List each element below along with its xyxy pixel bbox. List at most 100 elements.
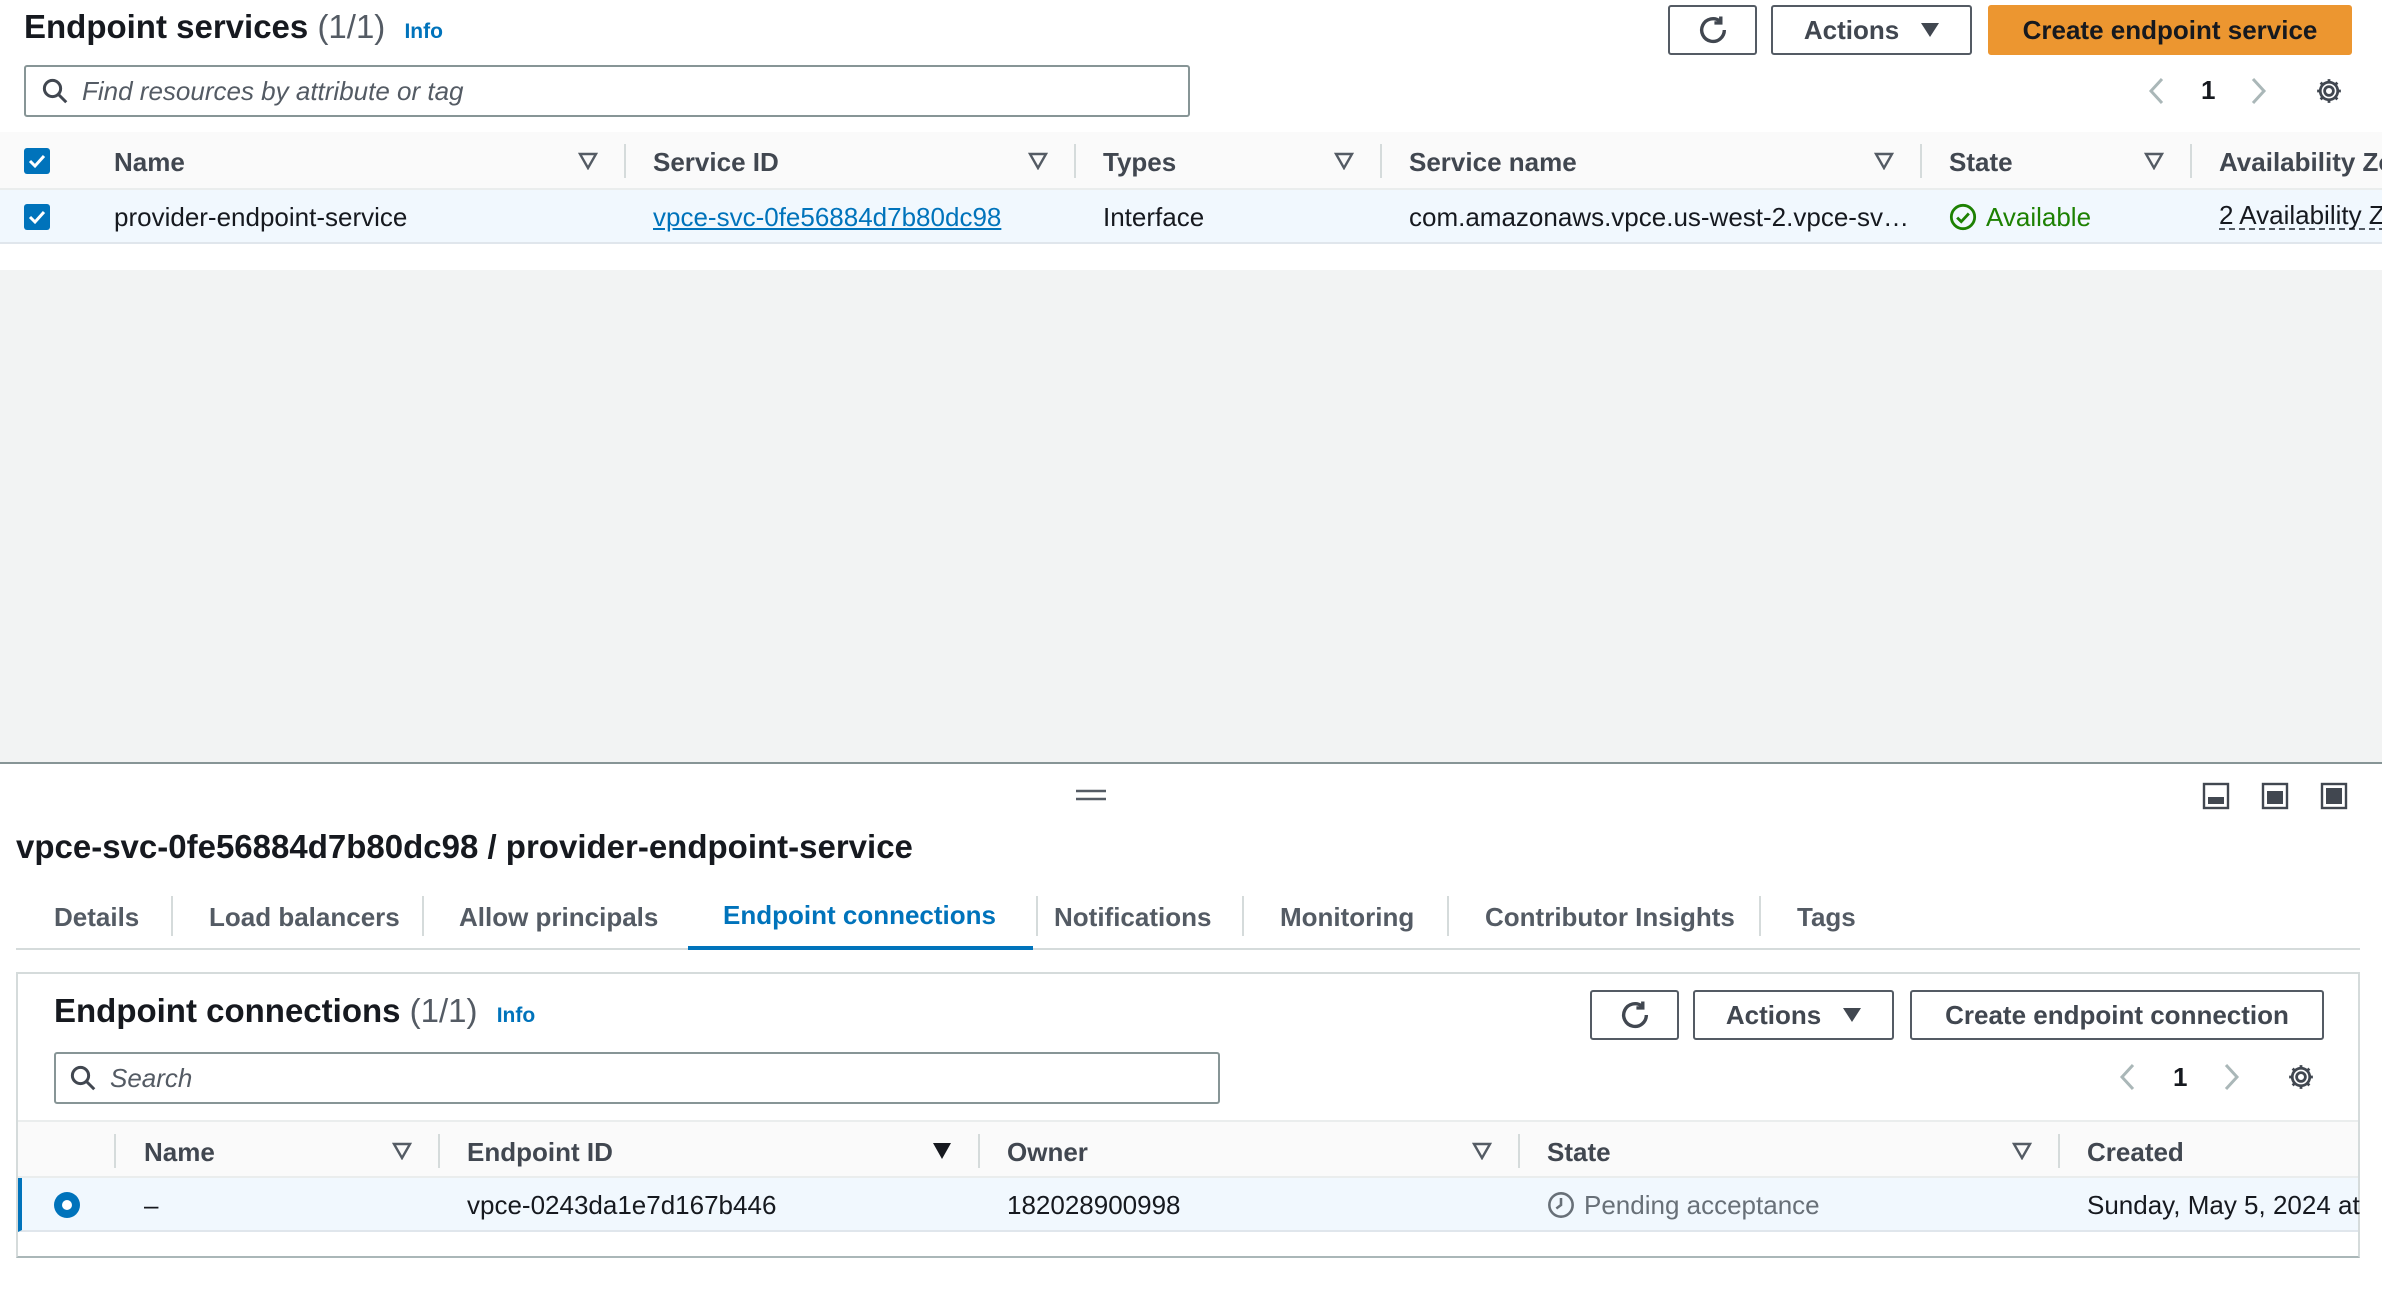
tab-label: Details xyxy=(54,901,140,932)
row-checkbox[interactable] xyxy=(24,204,50,230)
column-header-state[interactable]: State xyxy=(1949,147,2013,178)
sort-icon[interactable] xyxy=(2012,1142,2032,1160)
actions-dropdown[interactable]: Actions xyxy=(1693,990,1894,1040)
page-title: Endpoint services (1/1) Info xyxy=(24,8,443,46)
create-label: Create endpoint connection xyxy=(1945,999,2289,1030)
info-link[interactable]: Info xyxy=(404,20,442,43)
tab-details[interactable]: Details xyxy=(54,884,139,950)
drag-handle-icon[interactable] xyxy=(1075,788,1107,802)
column-divider xyxy=(438,1134,440,1168)
settings-gear-icon[interactable] xyxy=(2286,1062,2316,1092)
column-header-state[interactable]: State xyxy=(1547,1137,1611,1168)
settings-gear-icon[interactable] xyxy=(2314,76,2344,106)
sort-icon[interactable] xyxy=(392,1142,412,1160)
column-divider xyxy=(1920,144,1922,178)
column-divider xyxy=(1074,144,1076,178)
tab-allow-principals[interactable]: Allow principals xyxy=(459,884,658,950)
check-icon xyxy=(28,210,46,225)
type-cell: Interface xyxy=(1103,202,1205,232)
actions-dropdown[interactable]: Actions xyxy=(1771,5,1972,55)
availability-zones-cell[interactable]: 2 Availability Z xyxy=(2219,202,2382,230)
column-header-owner[interactable]: Owner xyxy=(1007,1137,1088,1168)
endpoint-connections-count: (1/1) xyxy=(409,992,478,1029)
sort-desc-icon[interactable] xyxy=(932,1142,952,1160)
endpoint-services-title: Endpoint services xyxy=(24,8,309,45)
table-row[interactable]: provider-endpoint-service vpce-svc-0fe56… xyxy=(0,190,2382,244)
search-placeholder: Search xyxy=(110,1062,193,1093)
endpoint-connections-panel: Endpoint connections (1/1) Info Actions … xyxy=(16,972,2360,1258)
tab-notifications[interactable]: Notifications xyxy=(1054,884,1211,950)
previous-page-icon[interactable] xyxy=(2146,76,2168,106)
search-icon xyxy=(70,1065,96,1091)
refresh-icon xyxy=(1621,1001,1648,1029)
status-success-icon xyxy=(1949,203,1977,231)
check-icon xyxy=(28,154,46,169)
state-available: Available xyxy=(1986,202,2092,232)
actions-label: Actions xyxy=(1725,999,1822,1030)
next-page-icon[interactable] xyxy=(2220,1062,2242,1092)
sort-icon[interactable] xyxy=(1472,1142,1492,1160)
tab-divider xyxy=(1242,896,1244,936)
created-cell: Sunday, May 5, 2024 at xyxy=(2087,1190,2360,1220)
split-panel-divider xyxy=(0,762,2382,764)
column-header-service-name[interactable]: Service name xyxy=(1409,147,1577,178)
tab-label: Contributor Insights xyxy=(1485,901,1735,932)
create-label: Create endpoint service xyxy=(2022,14,2318,45)
column-divider xyxy=(2058,1134,2060,1168)
resource-search-input[interactable]: Find resources by attribute or tag xyxy=(24,65,1190,117)
sort-icon[interactable] xyxy=(1028,152,1048,170)
tab-contributor-insights[interactable]: Contributor Insights xyxy=(1485,884,1735,950)
search-input[interactable]: Search xyxy=(54,1052,1220,1104)
select-all-checkbox[interactable] xyxy=(24,148,50,174)
empty-content-area xyxy=(0,270,2382,762)
column-divider xyxy=(1518,1134,1520,1168)
endpoint-services-count: (1/1) xyxy=(317,8,386,45)
detail-tabs: Details Load balancers Allow principals … xyxy=(16,884,2360,950)
refresh-icon xyxy=(1699,16,1726,44)
endpoint-connections-title: Endpoint connections xyxy=(54,992,401,1029)
refresh-button[interactable] xyxy=(1590,990,1679,1040)
create-endpoint-service-button[interactable]: Create endpoint service xyxy=(1988,5,2352,55)
next-page-icon[interactable] xyxy=(2247,76,2269,106)
full-service-name-cell: com.amazonaws.vpce.us-west-2.vpce-sv… xyxy=(1409,202,1909,232)
column-header-endpoint-id[interactable]: Endpoint ID xyxy=(467,1137,613,1168)
page-number[interactable]: 1 xyxy=(2201,75,2215,106)
refresh-button[interactable] xyxy=(1668,5,1757,55)
column-header-service-id[interactable]: Service ID xyxy=(653,147,779,178)
panel-full-icon[interactable] xyxy=(2320,782,2348,810)
tab-monitoring[interactable]: Monitoring xyxy=(1280,884,1414,950)
sort-icon[interactable] xyxy=(1874,152,1894,170)
column-header-name[interactable]: Name xyxy=(114,147,185,178)
table-row[interactable]: – vpce-0243da1e7d167b446 182028900998 Pe… xyxy=(18,1178,2360,1232)
info-link[interactable]: Info xyxy=(497,1004,535,1027)
tab-divider xyxy=(1759,896,1761,936)
create-endpoint-connection-button[interactable]: Create endpoint connection xyxy=(1910,990,2324,1040)
column-header-created[interactable]: Created xyxy=(2087,1137,2184,1168)
tab-divider xyxy=(171,896,173,936)
sort-icon[interactable] xyxy=(578,152,598,170)
caret-down-icon xyxy=(1843,1008,1862,1022)
actions-label: Actions xyxy=(1803,14,1900,45)
tab-divider xyxy=(1447,896,1449,936)
tab-label: Allow principals xyxy=(459,901,659,932)
panel-side-icon[interactable] xyxy=(2261,782,2289,810)
sort-icon[interactable] xyxy=(2144,152,2164,170)
tab-label: Monitoring xyxy=(1280,901,1415,932)
connections-table-header: Name Endpoint ID Owner State Created xyxy=(18,1120,2358,1178)
tab-load-balancers[interactable]: Load balancers xyxy=(209,884,400,950)
previous-page-icon[interactable] xyxy=(2117,1062,2139,1092)
search-placeholder: Find resources by attribute or tag xyxy=(82,75,464,106)
column-header-availability[interactable]: Availability Zo xyxy=(2219,147,2382,178)
tab-tags[interactable]: Tags xyxy=(1797,884,1856,950)
tab-endpoint-connections[interactable]: Endpoint connections xyxy=(688,884,1033,950)
sort-icon[interactable] xyxy=(1334,152,1354,170)
page-number[interactable]: 1 xyxy=(2173,1062,2187,1093)
column-header-types[interactable]: Types xyxy=(1103,147,1176,178)
row-radio-button[interactable] xyxy=(54,1192,80,1218)
service-id-link[interactable]: vpce-svc-0fe56884d7b80dc98 xyxy=(653,202,1001,233)
owner-cell: 182028900998 xyxy=(1007,1190,1181,1220)
panel-bottom-icon[interactable] xyxy=(2202,782,2230,810)
column-header-name[interactable]: Name xyxy=(144,1137,215,1168)
pending-clock-icon xyxy=(1548,1192,1574,1218)
column-divider xyxy=(114,1134,116,1168)
